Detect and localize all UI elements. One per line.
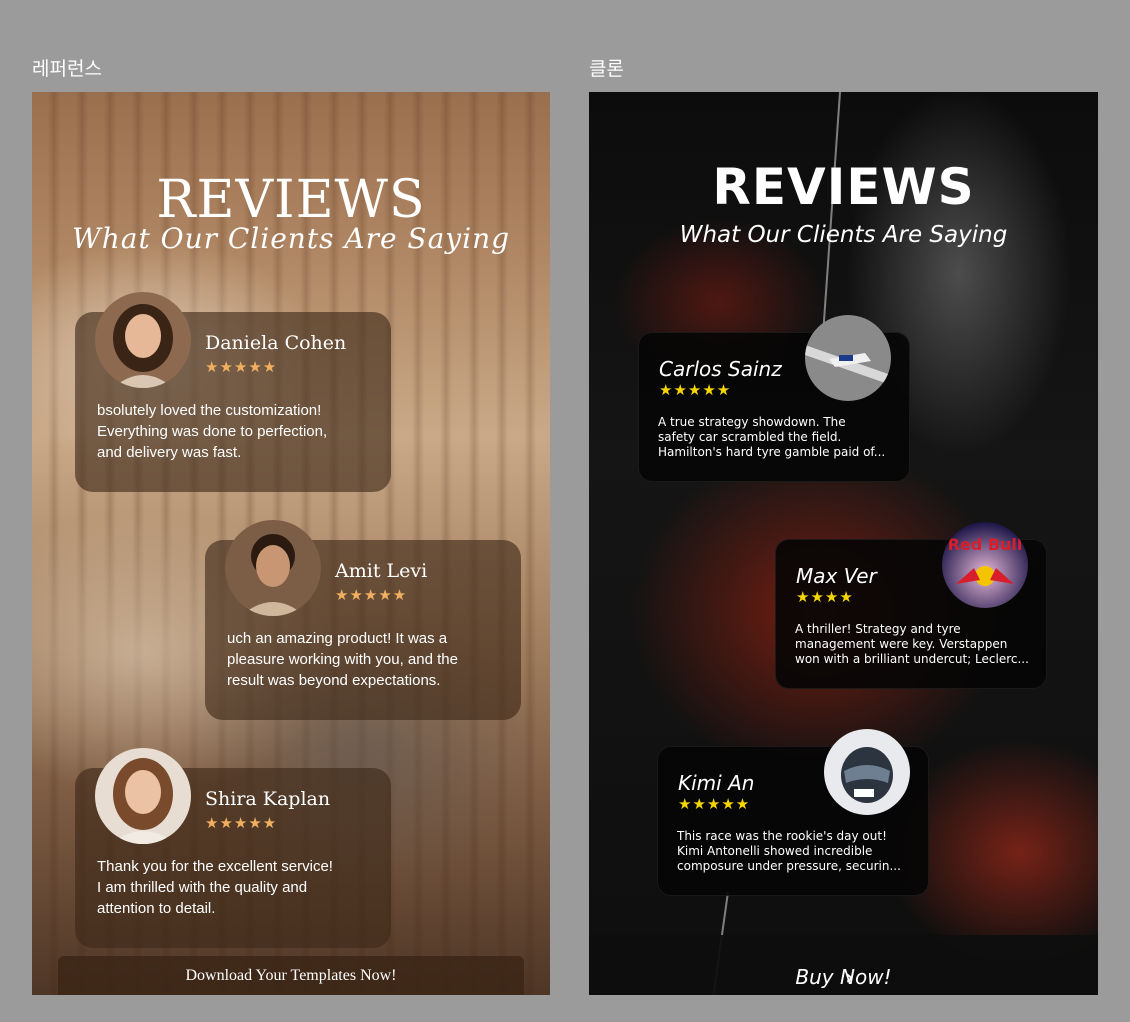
reviewer-name: Daniela Cohen xyxy=(205,332,347,354)
star-rating: ★★★★★ xyxy=(205,358,278,376)
review-card-carlos: Carlos Sainz ★★★★★ A true strategy showd… xyxy=(638,315,910,482)
avatar xyxy=(824,729,910,815)
avatar xyxy=(225,520,321,616)
avatar xyxy=(95,292,191,388)
star-rating: ★★★★★ xyxy=(678,795,751,813)
review-text: A thriller! Strategy and tyre management… xyxy=(795,622,1029,666)
star-rating: ★★★★★ xyxy=(335,586,408,604)
review-card-max: Red Bull Max Ver ★★★★ A thriller! Strate… xyxy=(775,522,1047,689)
avatar xyxy=(805,315,891,401)
clone-title: REVIEWS xyxy=(712,158,975,216)
reference-panel: REVIEWS What Our Clients Are Saying Dani… xyxy=(32,92,550,995)
review-text: A true strategy showdown. The safety car… xyxy=(658,415,886,459)
review-text: Thank you for the excellent service! I a… xyxy=(97,858,333,917)
avatar: Red Bull xyxy=(942,522,1028,608)
reference-label: 레퍼런스 xyxy=(32,58,102,80)
buy-now-button[interactable]: Buy Now! › xyxy=(589,935,1098,995)
reviewer-name: Amit Levi xyxy=(335,560,428,582)
reference-title: REVIEWS xyxy=(156,170,426,230)
review-text: bsolutely loved the customization! Every… xyxy=(97,402,328,461)
download-templates-button[interactable]: Download Your Templates Now! xyxy=(58,956,524,995)
clone-label: 클론 xyxy=(589,58,624,80)
cta-label: Download Your Templates Now! xyxy=(185,967,397,984)
review-text: This race was the rookie's day out! Kimi… xyxy=(677,829,901,873)
reviewer-name: Shira Kaplan xyxy=(205,788,331,810)
clone-subtitle: What Our Clients Are Saying xyxy=(679,222,1008,248)
star-rating: ★★★★★ xyxy=(205,814,278,832)
reference-subtitle: What Our Clients Are Saying xyxy=(71,222,511,255)
star-rating: ★★★★★ xyxy=(659,381,732,399)
reviewer-name: Max Ver xyxy=(796,564,877,588)
reviewer-name: Carlos Sainz xyxy=(659,357,782,381)
review-card-shira: Shira Kaplan ★★★★★ Thank you for the exc… xyxy=(75,748,391,948)
avatar xyxy=(95,748,191,844)
star-rating: ★★★★ xyxy=(796,588,854,606)
review-card-kimi: Kimi An ★★★★★ This race was the rookie's… xyxy=(657,729,929,896)
review-card-daniela: Daniela Cohen ★★★★★ bsolutely loved the … xyxy=(75,292,391,492)
svg-text:Red Bull: Red Bull xyxy=(948,535,1023,554)
review-text: uch an amazing product! It was a pleasur… xyxy=(227,630,458,689)
clone-panel: REVIEWS What Our Clients Are Saying Carl… xyxy=(589,92,1098,995)
reviewer-name: Kimi An xyxy=(678,771,755,795)
chevron-right-icon: › xyxy=(845,965,854,989)
review-card-amit: Amit Levi ★★★★★ uch an amazing product! … xyxy=(205,520,521,720)
